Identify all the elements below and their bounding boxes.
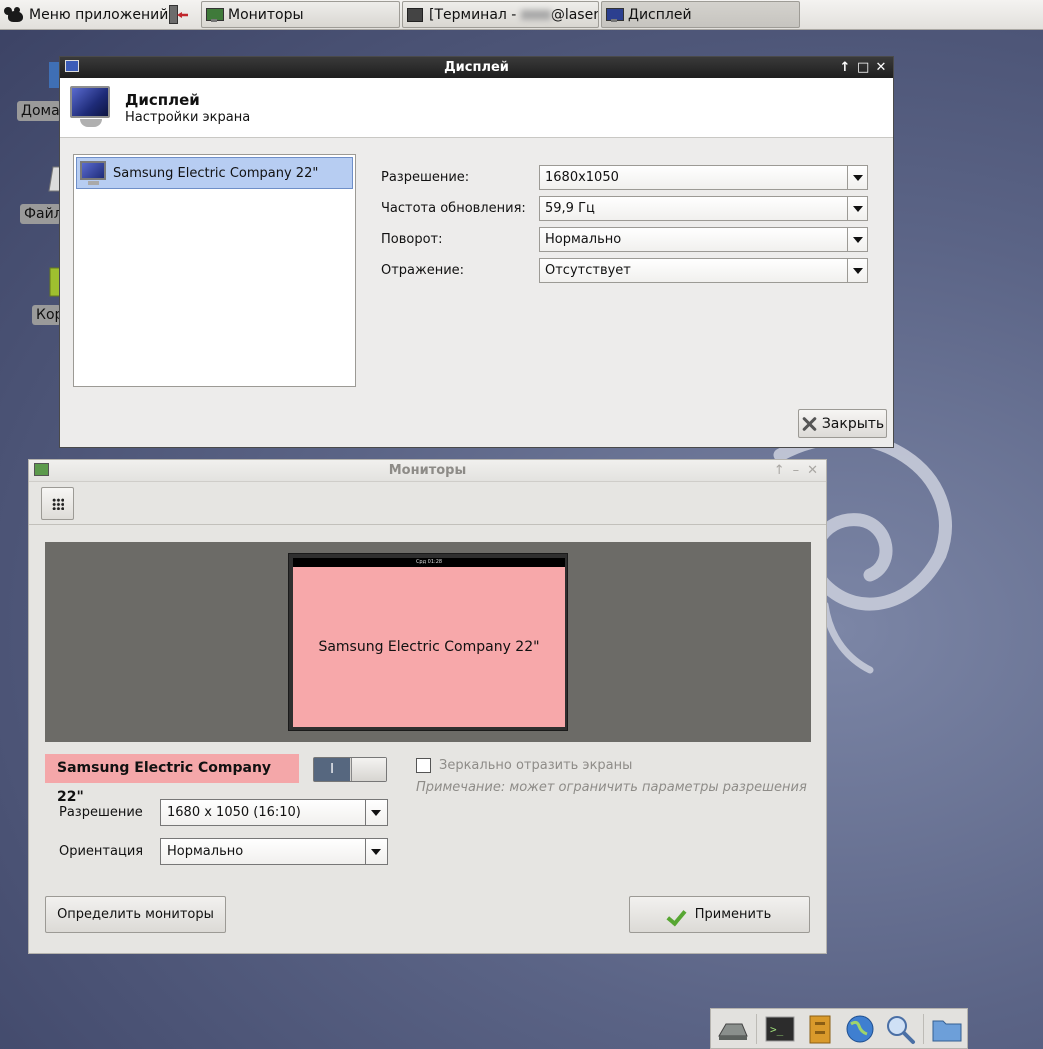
dock-separator xyxy=(923,1013,924,1044)
mouse-logo-icon xyxy=(4,5,26,25)
mirror-displays-label: Зеркально отразить экраны xyxy=(439,758,633,773)
app-grid-button[interactable] xyxy=(41,487,74,520)
keep-above-button[interactable]: ↑ xyxy=(774,460,785,482)
resolution-select[interactable]: 1680x1050 xyxy=(539,164,868,190)
orientation-select[interactable]: Нормально xyxy=(160,838,388,865)
chevron-down-icon xyxy=(365,800,387,825)
dock-separator xyxy=(756,1013,757,1044)
folder-icon[interactable] xyxy=(930,1012,964,1046)
apply-button[interactable]: Применить xyxy=(629,896,810,933)
desktop-icon-home-label[interactable]: Дома xyxy=(17,101,61,121)
web-browser-icon[interactable] xyxy=(843,1012,877,1046)
toggle-knob[interactable] xyxy=(351,758,386,781)
applications-menu-label: Меню приложений xyxy=(29,7,169,23)
monitor-icon xyxy=(79,160,107,186)
display-window-title: Дисплей xyxy=(444,60,509,75)
top-panel: Меню приложений Мониторы [Терминал - @la… xyxy=(0,0,1043,30)
redacted-username xyxy=(520,9,551,20)
monitors-window: Мониторы ↑ – ✕ Срд 01:28 Samsung Electri… xyxy=(28,459,827,954)
rotation-select[interactable]: Нормально xyxy=(539,226,868,252)
monitors-window-title: Мониторы xyxy=(388,463,467,478)
taskbar-item-display[interactable]: Дисплей xyxy=(601,1,800,28)
terminal-icon xyxy=(407,7,423,22)
show-desktop-icon[interactable] xyxy=(716,1012,750,1046)
refresh-rate-select[interactable]: 59,9 Гц xyxy=(539,195,868,221)
monitor-name-badge: Samsung Electric Company 22" xyxy=(45,754,299,805)
logout-icon[interactable] xyxy=(167,5,189,25)
close-button-label: Закрыть xyxy=(821,415,885,432)
desktop-icon-trash-label[interactable]: Кор xyxy=(32,305,61,325)
apply-button-label: Применить xyxy=(694,907,772,922)
chevron-down-icon xyxy=(365,839,387,864)
close-button[interactable]: Закрыть xyxy=(798,409,887,438)
preview-monitor-label: Samsung Electric Company 22" xyxy=(293,567,565,727)
chevron-down-icon xyxy=(847,196,867,220)
applications-menu-button[interactable]: Меню приложений xyxy=(4,4,168,26)
display-header: Дисплей Настройки экрана xyxy=(60,78,893,138)
chevron-down-icon xyxy=(847,165,867,189)
taskbar-item-terminal[interactable]: [Терминал - @laser... xyxy=(402,1,599,28)
display-settings-icon xyxy=(70,86,112,130)
minimize-button[interactable]: – xyxy=(793,460,800,482)
bottom-dock: >_ xyxy=(710,1008,968,1049)
list-item[interactable]: Samsung Electric Company 22" xyxy=(76,157,353,189)
grid-icon xyxy=(52,498,64,510)
chevron-down-icon xyxy=(847,258,867,282)
monitors-window-icon xyxy=(34,463,49,476)
taskbar-item-label: Дисплей xyxy=(628,6,692,23)
header-subtitle: Настройки экрана xyxy=(125,110,251,125)
svg-text:>_: >_ xyxy=(770,1023,784,1036)
resolution-label: Разрешение: xyxy=(381,169,470,185)
file-manager-icon[interactable] xyxy=(803,1012,837,1046)
detect-monitors-button[interactable]: Определить мониторы xyxy=(45,896,226,933)
close-window-button[interactable]: ✕ xyxy=(807,460,818,482)
resolution-label: Разрешение xyxy=(59,805,143,820)
monitor-layout-preview[interactable]: Срд 01:28 Samsung Electric Company 22" xyxy=(45,542,811,742)
keep-above-button[interactable]: ↑ xyxy=(839,57,851,78)
orientation-label: Ориентация xyxy=(59,844,144,859)
monitor-list-item-label: Samsung Electric Company 22" xyxy=(113,165,319,181)
display-window-icon xyxy=(65,60,79,72)
checkmark-icon xyxy=(668,906,688,924)
monitor-icon xyxy=(606,7,624,22)
taskbar-item-label: [Терминал - @laser... xyxy=(429,6,598,23)
chevron-down-icon xyxy=(847,227,867,251)
reflection-select[interactable]: Отсутствует xyxy=(539,257,868,283)
monitor-icon xyxy=(206,7,224,22)
monitors-window-titlebar[interactable]: Мониторы ↑ – ✕ xyxy=(29,460,826,482)
maximize-button[interactable]: □ xyxy=(857,57,869,78)
monitor-enable-toggle[interactable]: I xyxy=(313,757,387,782)
resolution-select[interactable]: 1680 x 1050 (16:10) xyxy=(160,799,388,826)
toggle-on-label: I xyxy=(314,758,350,781)
rotation-label: Поворот: xyxy=(381,231,443,247)
search-icon[interactable] xyxy=(883,1012,917,1046)
refresh-rate-label: Частота обновления: xyxy=(381,200,526,216)
preview-clock: Срд 01:28 xyxy=(293,558,565,567)
monitors-toolbar xyxy=(29,482,826,525)
mirror-displays-option[interactable]: Зеркально отразить экраны xyxy=(416,758,632,773)
taskbar-item-monitors[interactable]: Мониторы xyxy=(201,1,400,28)
taskbar-item-label: Мониторы xyxy=(228,6,304,23)
monitor-list[interactable]: Samsung Electric Company 22" xyxy=(73,154,356,387)
display-window: Дисплей ↑ □ ✕ Дисплей Настройки экрана S… xyxy=(59,56,894,448)
reflection-label: Отражение: xyxy=(381,262,465,278)
terminal-icon[interactable]: >_ xyxy=(763,1012,797,1046)
detect-monitors-label: Определить мониторы xyxy=(57,907,214,922)
close-window-button[interactable]: ✕ xyxy=(875,57,887,78)
mirror-note: Примечание: может ограничить параметры р… xyxy=(416,780,807,795)
preview-monitor[interactable]: Срд 01:28 Samsung Electric Company 22" xyxy=(288,553,568,731)
display-window-titlebar[interactable]: Дисплей ↑ □ ✕ xyxy=(60,57,893,78)
header-title: Дисплей xyxy=(125,91,200,109)
mirror-displays-checkbox[interactable] xyxy=(416,758,431,773)
close-icon xyxy=(801,416,817,432)
desktop-icon-filesystem-label[interactable]: Файл xyxy=(20,204,61,224)
